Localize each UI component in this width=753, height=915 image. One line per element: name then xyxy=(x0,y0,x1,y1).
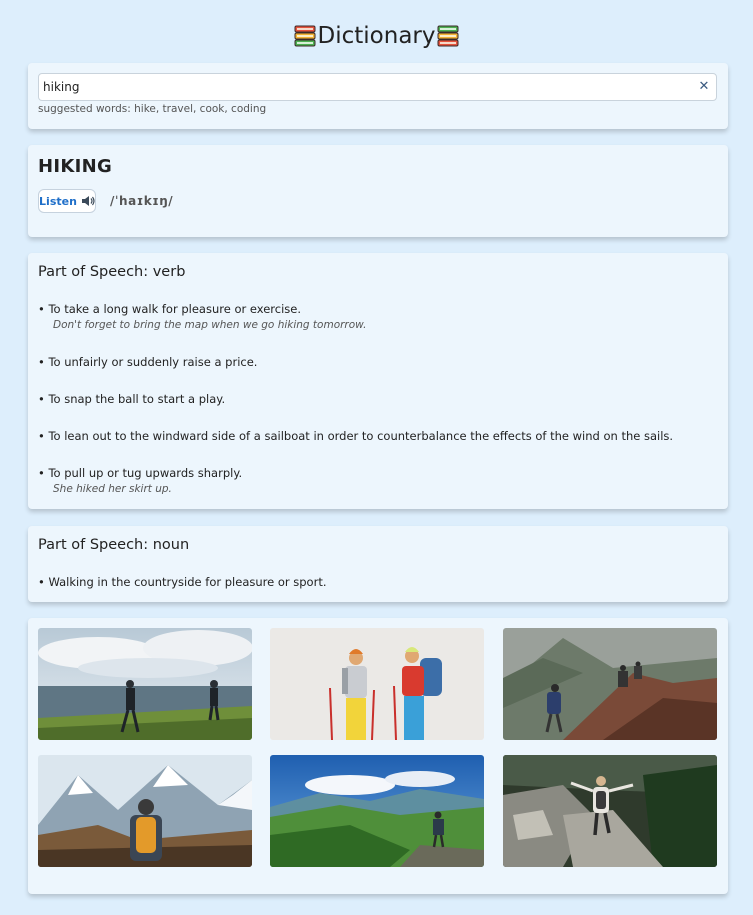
definition-example: She hiked her skirt up. xyxy=(53,483,172,495)
snowy-mountain-hiker-photo[interactable] xyxy=(38,755,252,867)
search-card: ✕ suggested words: hike, travel, cook, c… xyxy=(28,63,728,129)
app-title: Dictionary xyxy=(317,23,436,49)
definition-example: Don't forget to bring the map when we go… xyxy=(53,319,367,331)
definition-item: • To lean out to the windward side of a … xyxy=(38,429,674,443)
green-valley-hiker-photo[interactable] xyxy=(270,755,484,867)
definition-item: • To take a long walk for pleasure or ex… xyxy=(38,302,301,316)
meaning-card-noun: Part of Speech: noun • Walking in the co… xyxy=(28,526,728,602)
speaker-icon xyxy=(81,196,95,206)
books-icon xyxy=(437,25,459,47)
listen-label: Listen xyxy=(39,194,77,208)
word-card: HIKING Listen /ˈhaɪkɪŋ/ xyxy=(28,145,728,237)
clear-search-icon[interactable]: ✕ xyxy=(696,79,712,95)
definition-item: • To unfairly or suddenly raise a price. xyxy=(38,355,258,369)
studio-hikers-photo[interactable] xyxy=(270,628,484,740)
listen-button[interactable]: Listen xyxy=(38,189,96,213)
books-icon xyxy=(294,25,316,47)
word-heading: HIKING xyxy=(38,156,113,177)
mountain-ridge-hikers-photo[interactable] xyxy=(503,628,717,740)
part-of-speech-title: Part of Speech: verb xyxy=(38,264,186,280)
coast-hikers-photo[interactable] xyxy=(38,628,252,740)
definition-item: • To snap the ball to start a play. xyxy=(38,392,226,406)
phonetic-text: /ˈhaɪkɪŋ/ xyxy=(110,194,174,208)
suggested-words: suggested words: hike, travel, cook, cod… xyxy=(38,103,267,115)
image-gallery xyxy=(28,618,728,894)
rocky-trail-hiker-photo[interactable] xyxy=(503,755,717,867)
search-field: ✕ xyxy=(38,73,717,101)
app-header: Dictionary xyxy=(0,18,753,54)
meaning-card-verb: Part of Speech: verb • To take a long wa… xyxy=(28,253,728,509)
part-of-speech-title: Part of Speech: noun xyxy=(38,537,190,553)
definition-item: • Walking in the countryside for pleasur… xyxy=(38,575,327,589)
definition-item: • To pull up or tug upwards sharply. xyxy=(38,466,243,480)
search-input[interactable] xyxy=(43,74,683,100)
